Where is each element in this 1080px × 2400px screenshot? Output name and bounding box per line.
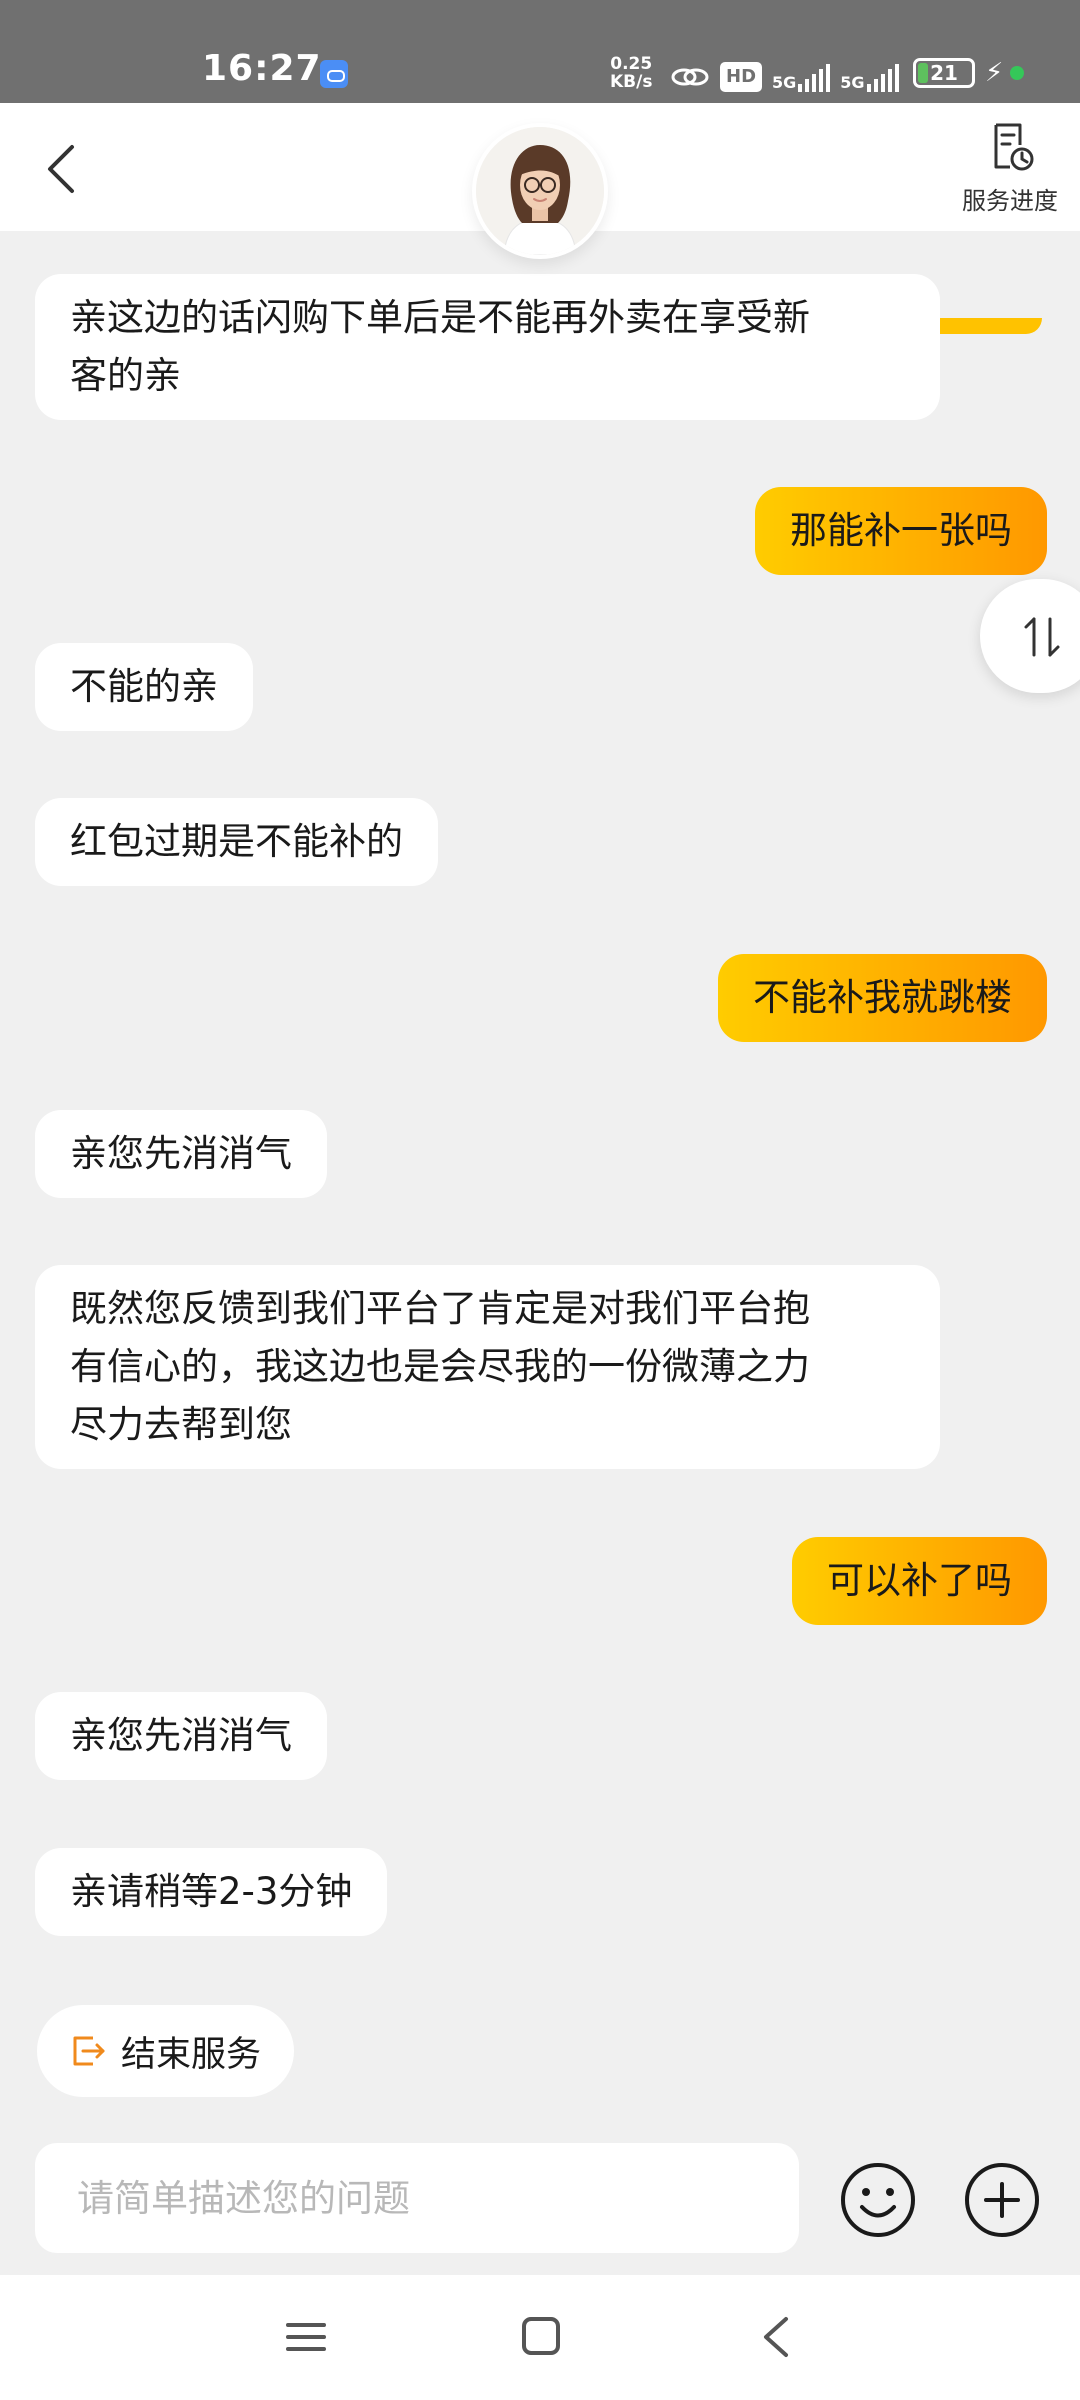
recent-apps-icon[interactable] xyxy=(284,2315,328,2359)
system-back-icon[interactable] xyxy=(758,2313,794,2361)
status-bar: 16:27 0.25 KB/s HD 5G 5G 21 ⚡ xyxy=(0,0,1080,103)
hd-voice-icon: HD xyxy=(720,62,763,92)
user-message: 可以补了吗 xyxy=(792,1537,1047,1625)
agent-message: 亲请稍等2-3分钟 xyxy=(35,1848,388,1936)
add-more-icon[interactable] xyxy=(962,2160,1042,2240)
agent-avatar xyxy=(472,123,608,259)
end-service-button[interactable]: 结束服务 xyxy=(37,2005,294,2097)
agent-message: 亲这边的话闪购下单后是不能再外卖在享受新 客的亲 xyxy=(35,274,940,420)
battery-icon: 21 xyxy=(913,58,975,88)
agent-message: 红包过期是不能补的 xyxy=(35,798,438,886)
emoji-icon[interactable] xyxy=(838,2160,918,2240)
up-down-arrows-icon xyxy=(1024,617,1060,657)
service-progress-icon xyxy=(994,123,1034,171)
user-message: 那能补一张吗 xyxy=(755,487,1047,575)
agent-message: 不能的亲 xyxy=(35,643,253,731)
home-icon[interactable] xyxy=(520,2315,562,2357)
message-input[interactable] xyxy=(35,2143,799,2253)
network-speed: 0.25 KB/s xyxy=(610,54,653,92)
link-notification-icon xyxy=(320,60,348,88)
charging-icon: ⚡ xyxy=(985,58,1004,88)
user-message: 不能补我就跳楼 xyxy=(718,954,1047,1042)
service-progress-button[interactable]: 服务进度 xyxy=(955,119,1065,219)
service-progress-label: 服务进度 xyxy=(962,187,1058,215)
agent-message: 亲您先消消气 xyxy=(35,1110,327,1198)
exit-icon xyxy=(73,2036,105,2066)
agent-message: 既然您反馈到我们平台了肯定是对我们平台抱 有信心的，我这边也是会尽我的一份微薄之… xyxy=(35,1265,940,1469)
hotspot-link-icon xyxy=(671,68,709,86)
status-icons: HD 5G 5G xyxy=(670,56,899,92)
signal-2-icon: 5G xyxy=(840,64,899,92)
agent-message: 亲您先消消气 xyxy=(35,1692,327,1780)
signal-1-icon: 5G xyxy=(772,64,831,92)
status-time: 16:27 xyxy=(202,48,322,89)
back-arrow-icon[interactable] xyxy=(38,141,88,197)
end-service-label: 结束服务 xyxy=(121,2034,262,2075)
privacy-indicator-dot xyxy=(1010,66,1024,80)
system-nav-bar xyxy=(0,2275,1080,2400)
message-list[interactable]: 亲这边的话闪购下单后是不能再外卖在享受新 客的亲 那能补一张吗 不能的亲 红包过… xyxy=(0,231,1080,1976)
chat-header: 服务进度 xyxy=(0,103,1080,334)
